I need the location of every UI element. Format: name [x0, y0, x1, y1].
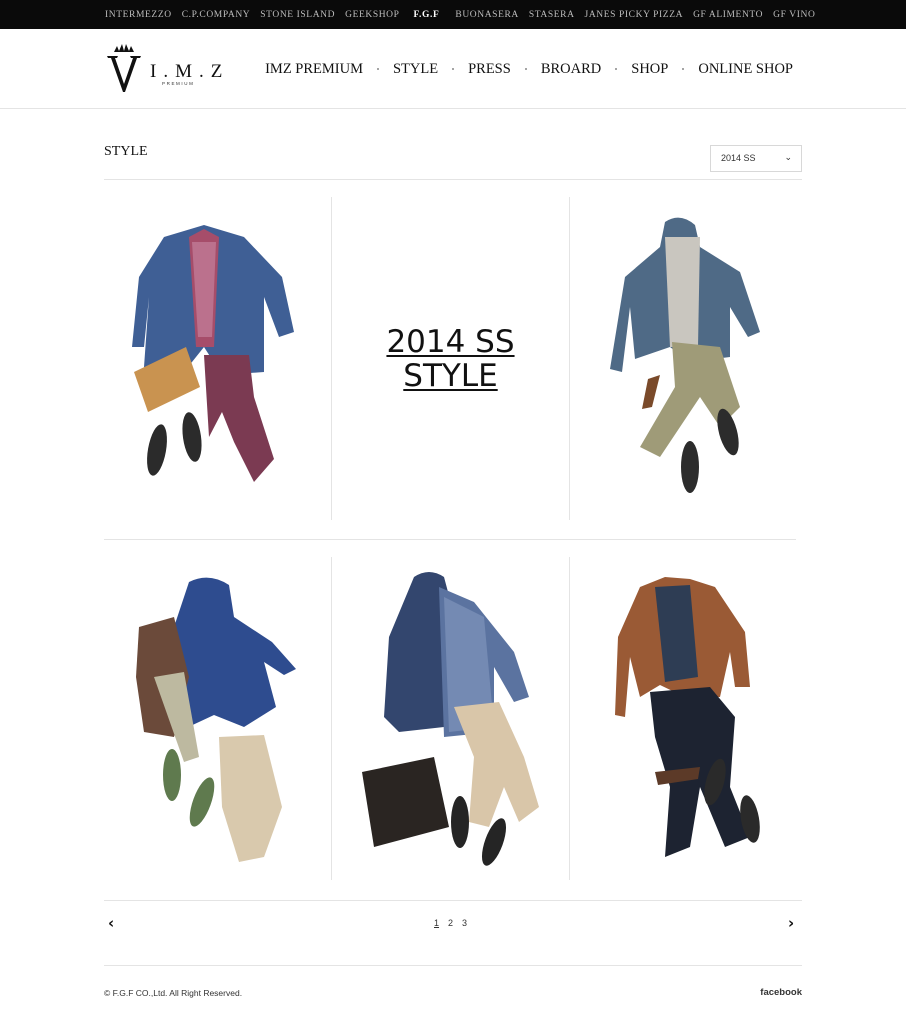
- nav-separator: [615, 68, 618, 70]
- outfit-photo: [362, 572, 539, 866]
- divider: [331, 557, 332, 880]
- divider: [104, 965, 802, 966]
- nav-separator: [524, 68, 527, 70]
- look-brown-leather-jacket[interactable]: [580, 557, 802, 880]
- nav-online-shop[interactable]: ONLINE SHOP: [698, 61, 793, 78]
- site-header: I.M.Z PREMIUM IMZ PREMIUM STYLE PRESS BR…: [0, 29, 906, 109]
- nav-separator: [376, 68, 379, 70]
- brand-bar: INTERMEZZO C.P.COMPANY STONE ISLAND GEEK…: [0, 0, 906, 29]
- look-blue-coat[interactable]: [104, 197, 331, 520]
- logo-subtitle: PREMIUM: [162, 81, 195, 86]
- prev-page-icon[interactable]: ‹: [108, 914, 114, 932]
- page-title: STYLE: [104, 144, 148, 159]
- look-grey-hooded-jacket[interactable]: [580, 197, 802, 520]
- divider: [104, 900, 802, 901]
- brand-link-gf-vino[interactable]: GF VINO: [773, 10, 815, 20]
- page-link-3[interactable]: 3: [462, 918, 467, 928]
- brand-link-intermezzo[interactable]: INTERMEZZO: [105, 10, 172, 20]
- nav-press[interactable]: PRESS: [468, 61, 511, 78]
- brand-link-stasera[interactable]: STASERA: [529, 10, 575, 20]
- season-select-value: 2014 SS: [721, 153, 756, 163]
- outfit-photo: [615, 577, 760, 857]
- season-select[interactable]: 2014 SS ⌄: [710, 145, 802, 172]
- brand-link-fgf[interactable]: F.G.F: [414, 10, 440, 20]
- nav-style[interactable]: STYLE: [393, 61, 438, 78]
- look-navy-print-jacket[interactable]: [344, 557, 566, 880]
- outfit-photo: [610, 217, 760, 493]
- brand-link-geekshop[interactable]: GEEKSHOP: [345, 10, 399, 20]
- brand-link-buonasera[interactable]: BUONASERA: [455, 10, 518, 20]
- pagination: 1 2 3: [434, 918, 467, 928]
- nav-shop[interactable]: SHOP: [631, 61, 668, 78]
- outfit-photo: [132, 225, 294, 482]
- brand-list: INTERMEZZO C.P.COMPANY STONE ISLAND GEEK…: [105, 0, 825, 29]
- divider: [569, 197, 570, 520]
- brand-link-gf-alimento[interactable]: GF ALIMENTO: [693, 10, 763, 20]
- logo-wordmark: I.M.Z: [150, 61, 230, 82]
- next-page-icon[interactable]: ›: [788, 914, 794, 932]
- nav-broard[interactable]: BROARD: [541, 61, 601, 78]
- divider: [569, 557, 570, 880]
- chevron-down-icon: ⌄: [784, 152, 792, 162]
- nav-separator: [452, 68, 455, 70]
- page-link-1[interactable]: 1: [434, 918, 439, 928]
- feature-line-1: 2014 SS: [386, 323, 515, 360]
- look-navy-parka[interactable]: [104, 557, 331, 880]
- main-nav: IMZ PREMIUM STYLE PRESS BROARD SHOP ONLI…: [265, 29, 793, 109]
- nav-separator: [682, 68, 685, 70]
- feature-line-2: STYLE: [403, 357, 498, 394]
- brand-link-stone-island[interactable]: STONE ISLAND: [260, 10, 335, 20]
- brand-link-janes-picky-pizza[interactable]: JANES PICKY PIZZA: [585, 10, 684, 20]
- outfit-photo: [136, 577, 296, 862]
- crown-v-logo-icon: [107, 44, 141, 92]
- nav-imz-premium[interactable]: IMZ PREMIUM: [265, 61, 363, 78]
- divider: [104, 539, 796, 540]
- copyright: © F.G.F CO.,Ltd. All Right Reserved.: [104, 988, 243, 998]
- feature-2014ss-style[interactable]: 2014 SS STYLE: [332, 197, 569, 520]
- divider: [104, 179, 802, 180]
- brand-link-cp-company[interactable]: C.P.COMPANY: [182, 10, 251, 20]
- page-link-2[interactable]: 2: [448, 918, 453, 928]
- facebook-link[interactable]: facebook: [760, 987, 802, 998]
- logo[interactable]: I.M.Z PREMIUM: [104, 44, 224, 94]
